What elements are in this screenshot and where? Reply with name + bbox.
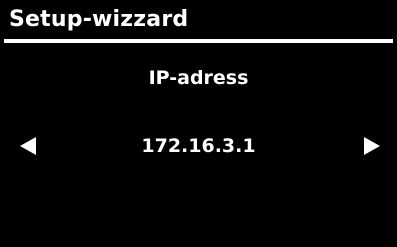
triangle-right-icon: [364, 137, 380, 155]
value-selector: 172.16.3.1: [0, 132, 397, 160]
field-label: IP-adress: [148, 67, 249, 89]
page-title: Setup-wizzard: [9, 7, 189, 32]
ip-address-value[interactable]: 172.16.3.1: [0, 134, 397, 158]
setup-wizard-screen: Setup-wizzard IP-adress 172.16.3.1: [0, 0, 397, 247]
header-bar: Setup-wizzard: [0, 0, 397, 39]
next-button[interactable]: [360, 134, 384, 158]
header-divider: [4, 39, 393, 43]
